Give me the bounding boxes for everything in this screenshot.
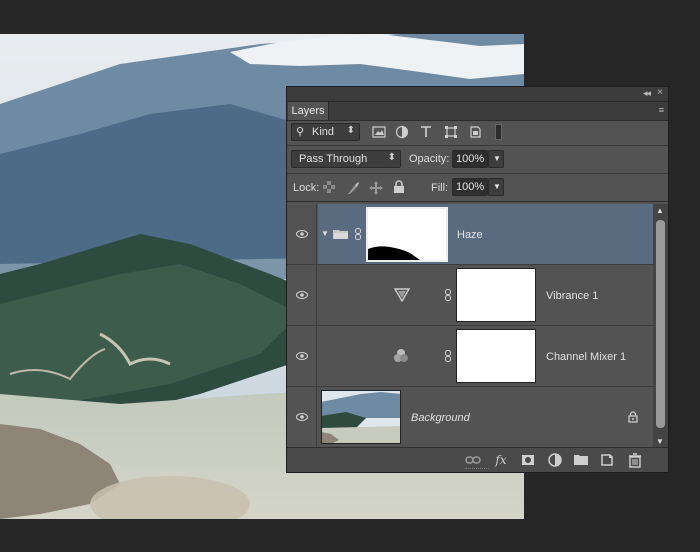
blend-mode-dropdown[interactable]: Pass Through ⬍ xyxy=(291,150,401,168)
filter-toggle-icon[interactable] xyxy=(495,124,502,140)
lock-transparent-pixels-icon[interactable] xyxy=(323,181,335,193)
eye-icon xyxy=(296,413,308,421)
search-icon: ⚲ xyxy=(296,126,305,138)
panel-tab-row: Layers ≡ xyxy=(287,102,668,121)
eye-icon xyxy=(296,230,308,238)
visibility-toggle[interactable] xyxy=(287,204,317,264)
background-thumbnail[interactable] xyxy=(321,390,401,444)
visibility-toggle[interactable] xyxy=(287,265,317,325)
panel-footer: fx xyxy=(287,447,668,472)
shape-filter-icon[interactable] xyxy=(444,125,458,139)
add-mask-icon[interactable] xyxy=(520,452,536,468)
type-filter-icon[interactable] xyxy=(419,125,433,139)
eye-icon xyxy=(296,291,308,299)
channel-mixer-adjustment-icon xyxy=(394,349,408,362)
layer-name: Haze xyxy=(457,229,483,241)
scroll-down-icon[interactable]: ▼ xyxy=(656,437,664,446)
panel-menu-icon[interactable]: ≡ xyxy=(659,105,664,115)
layers-panel: ◂◂ × Layers ≡ ⚲ Kind ⬍ Pass Through ⬍ Op… xyxy=(286,86,669,473)
layer-mask-thumbnail[interactable] xyxy=(456,329,536,383)
filter-kind-dropdown[interactable]: ⚲ Kind ⬍ xyxy=(291,123,360,141)
adjustment-filter-icon[interactable] xyxy=(395,125,409,139)
opacity-label: Opacity: xyxy=(409,153,450,165)
layers-list: ▼ Haze Vibrance 1 Channel Mixer 1 Backgr… xyxy=(287,204,654,448)
layer-row-channel-mixer[interactable]: Channel Mixer 1 xyxy=(287,326,654,387)
scroll-up-icon[interactable]: ▲ xyxy=(656,206,664,215)
layer-name: Background xyxy=(411,412,470,424)
visibility-toggle[interactable] xyxy=(287,387,317,447)
opacity-slider-button[interactable]: ▼ xyxy=(488,150,504,168)
lock-icon[interactable] xyxy=(628,411,638,423)
fill-slider-button[interactable]: ▼ xyxy=(488,178,504,196)
layer-name: Vibrance 1 xyxy=(546,290,599,302)
vibrance-adjustment-icon xyxy=(394,288,410,302)
chevron-down-icon: ▼ xyxy=(493,154,501,163)
opacity-value: 100% xyxy=(456,153,485,165)
layer-row-haze[interactable]: ▼ Haze xyxy=(287,204,654,265)
fill-label: Fill: xyxy=(431,182,449,194)
link-icon xyxy=(355,228,361,240)
new-group-icon[interactable] xyxy=(573,452,589,468)
folder-icon xyxy=(333,230,348,239)
link-layers-icon[interactable] xyxy=(465,452,481,468)
blend-mode-value: Pass Through xyxy=(299,153,368,165)
fill-value: 100% xyxy=(456,181,485,193)
dropdown-arrows-icon: ⬍ xyxy=(346,125,355,136)
link-icon xyxy=(445,289,451,301)
layer-mask-thumbnail[interactable] xyxy=(366,207,448,262)
dropdown-arrows-icon: ⬍ xyxy=(387,152,396,163)
scrollbar-thumb[interactable] xyxy=(656,220,665,428)
resize-grip[interactable] xyxy=(465,468,489,471)
filter-kind-label: Kind xyxy=(312,126,335,138)
layer-name: Channel Mixer 1 xyxy=(546,351,627,363)
lock-all-icon[interactable] xyxy=(393,180,405,194)
layer-row-vibrance[interactable]: Vibrance 1 xyxy=(287,265,654,326)
layers-scrollbar[interactable]: ▲ ▼ xyxy=(653,204,668,448)
layer-row-background[interactable]: Background xyxy=(287,387,654,448)
tab-layers[interactable]: Layers xyxy=(288,102,329,120)
mask-shape xyxy=(368,246,420,260)
collapse-panel-icon[interactable]: ◂◂ xyxy=(643,88,651,99)
panel-title-bar[interactable]: ◂◂ × xyxy=(287,87,668,102)
lock-position-icon[interactable] xyxy=(369,181,383,195)
link-icon xyxy=(445,350,451,362)
disclosure-triangle-icon[interactable]: ▼ xyxy=(321,229,329,238)
image-filter-icon[interactable] xyxy=(372,125,386,139)
layer-mask-thumbnail[interactable] xyxy=(456,268,536,322)
new-adjustment-icon[interactable] xyxy=(547,452,563,468)
new-layer-icon[interactable] xyxy=(599,452,615,468)
chevron-down-icon: ▼ xyxy=(493,182,501,191)
smart-object-filter-icon[interactable] xyxy=(468,125,482,139)
fill-field[interactable]: 100% xyxy=(452,178,488,196)
eye-icon xyxy=(296,352,308,360)
trash-icon[interactable] xyxy=(627,452,643,468)
close-panel-icon[interactable]: × xyxy=(657,87,663,98)
lock-image-pixels-icon[interactable] xyxy=(346,181,360,195)
visibility-toggle[interactable] xyxy=(287,326,317,386)
opacity-field[interactable]: 100% xyxy=(452,150,488,168)
fx-icon[interactable]: fx xyxy=(493,452,509,468)
lock-label: Lock: xyxy=(293,182,320,194)
